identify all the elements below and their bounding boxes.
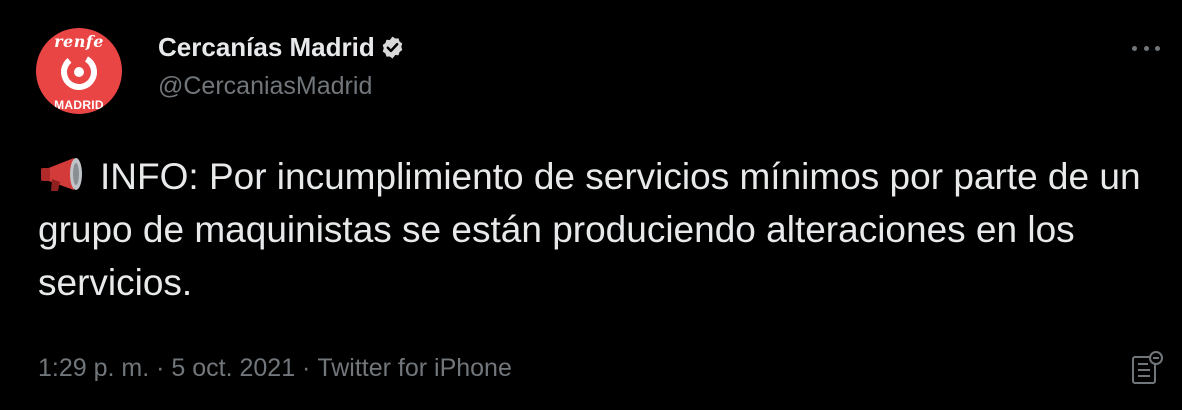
more-dot <box>1132 45 1137 51</box>
avatar-logo-top-text: renfe <box>54 32 104 51</box>
verified-badge-icon <box>382 36 403 58</box>
meta-separator: · <box>149 354 172 382</box>
more-options-icon[interactable] <box>1128 36 1164 60</box>
avatar[interactable]: renfe MADRID <box>36 28 122 114</box>
tweet-source[interactable]: Twitter for iPhone <box>317 352 512 384</box>
tweet-time[interactable]: 1:29 p. m. <box>38 352 149 384</box>
tweet-card: renfe MADRID Cercanías Madrid @Cercanias… <box>0 0 1182 410</box>
tweet-body-text: INFO: Por incumplimiento de servicios mí… <box>38 156 1141 303</box>
tweet-text: INFO: Por incumplimiento de servicios mí… <box>38 150 1163 309</box>
author-name-row: Cercanías Madrid <box>158 30 405 64</box>
more-dot <box>1155 45 1160 51</box>
tweet-date[interactable]: 5 oct. 2021 <box>171 352 295 384</box>
tweet-analytics-icon[interactable] <box>1130 350 1166 386</box>
more-dot <box>1143 45 1149 51</box>
avatar-logo-bottom-text: MADRID <box>54 98 104 112</box>
display-name[interactable]: Cercanías Madrid <box>158 30 375 64</box>
megaphone-icon <box>41 158 82 191</box>
author-handle[interactable]: @CercaniasMadrid <box>158 70 372 102</box>
meta-separator: · <box>295 354 318 382</box>
tweet-metadata: 1:29 p. m. · 5 oct. 2021 · Twitter for i… <box>38 352 512 384</box>
renfe-logo-icon <box>61 54 97 90</box>
